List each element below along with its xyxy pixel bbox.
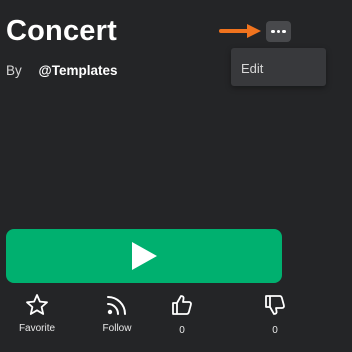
more-options-menu: Edit [231,48,326,86]
dislike-count: 0 [272,325,278,336]
by-label: By [6,63,22,78]
thumbs-down-icon [265,295,285,315]
like-count: 0 [179,325,185,336]
play-button[interactable] [6,229,282,283]
favorite-label: Favorite [18,323,56,334]
follow-button[interactable]: Follow [92,292,142,334]
play-icon [132,242,157,270]
favorite-button[interactable]: Favorite [9,292,65,334]
creator-byline: By @Templates [6,63,117,78]
star-icon [26,294,48,315]
follow-label: Follow [102,323,132,334]
experience-title: Concert [6,15,117,47]
dislike-button[interactable]: 0 [261,292,289,336]
menu-item-edit[interactable]: Edit [241,61,263,76]
more-horizontal-icon [271,29,286,34]
more-options-button[interactable] [266,21,291,42]
thumbs-up-icon [172,295,192,315]
rss-icon [107,296,126,315]
creator-link[interactable]: @Templates [39,63,118,78]
like-button[interactable]: 0 [168,292,196,336]
annotation-arrow-icon [219,24,261,38]
